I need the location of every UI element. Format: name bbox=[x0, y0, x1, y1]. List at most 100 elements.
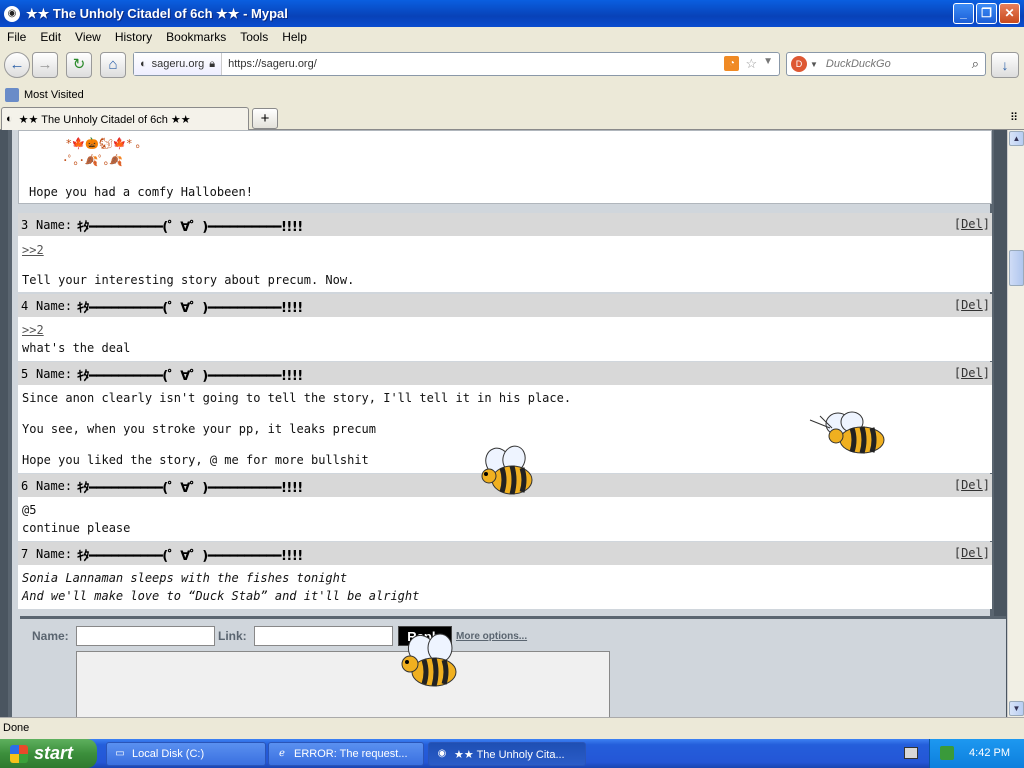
url-bar-tools: ◔ ☆ ▼ bbox=[724, 56, 773, 72]
site-identity[interactable]: ◐ sageru.org 🔒︎ bbox=[134, 53, 223, 75]
post-header: 5 Name: ｷﾀ━━━━━━━━━━(゜∀゜)━━━━━━━━━━!!!! … bbox=[18, 362, 992, 385]
scroll-up-icon[interactable]: ▲ bbox=[1009, 131, 1024, 146]
tab-unholy-citadel[interactable]: ◐ ★★ The Unholy Citadel of 6ch ★★ bbox=[1, 107, 249, 130]
taskbar-item-ie-error[interactable]: ℯ ERROR: The request... bbox=[268, 742, 424, 766]
reply-link[interactable]: >>2 bbox=[22, 243, 44, 257]
poster-name: ｷﾀ━━━━━━━━━━(゜∀゜)━━━━━━━━━━!!!! bbox=[77, 301, 303, 316]
delete-link[interactable]: [Del] bbox=[954, 366, 990, 380]
duckduckgo-engine-icon[interactable]: D bbox=[791, 56, 807, 72]
name-label: Name: bbox=[36, 218, 73, 232]
maximize-button[interactable]: ❐ bbox=[976, 3, 997, 24]
link-field[interactable] bbox=[254, 626, 393, 646]
reload-button[interactable]: ↻ bbox=[66, 52, 92, 78]
start-label: start bbox=[34, 743, 74, 763]
lock-icon: 🔒︎ bbox=[209, 57, 216, 70]
post-body: >>2 what's the deal bbox=[18, 317, 992, 361]
delete-link[interactable]: [Del] bbox=[954, 217, 990, 231]
dropdown-arrow-icon[interactable]: ▼ bbox=[763, 56, 773, 72]
post-text: continue please bbox=[22, 521, 131, 535]
post-text: Sonia Lannaman sleeps with the fishes to… bbox=[22, 571, 348, 585]
window-title: ★★ The Unholy Citadel of 6ch ★★ - Mypal bbox=[26, 5, 288, 21]
menu-history[interactable]: History bbox=[108, 30, 159, 44]
window-title-bar[interactable]: ◉ ★★ The Unholy Citadel of 6ch ★★ - Mypa… bbox=[0, 0, 1024, 27]
folder-icon bbox=[5, 88, 19, 102]
downloads-button[interactable]: ↓ bbox=[991, 52, 1019, 78]
rss-feed-icon[interactable]: ◔ bbox=[724, 56, 740, 71]
name-label: Name: bbox=[36, 367, 73, 381]
search-bar[interactable]: D ▼ ⌕ bbox=[786, 52, 986, 76]
search-input[interactable] bbox=[825, 58, 966, 70]
menu-view[interactable]: View bbox=[68, 30, 108, 44]
taskbar-item-mypal[interactable]: ◉ ★★ The Unholy Cita... bbox=[428, 742, 586, 766]
home-button[interactable]: ⌂ bbox=[100, 52, 126, 78]
task-label: ERROR: The request... bbox=[294, 748, 408, 760]
post-text: Hope you liked the story, @ me for more … bbox=[22, 453, 369, 467]
post-text: @5 bbox=[22, 503, 37, 517]
forward-button[interactable]: → bbox=[32, 52, 58, 78]
status-bar: Done bbox=[0, 717, 1024, 739]
vertical-scrollbar[interactable]: ▲ ▼ bbox=[1007, 130, 1024, 717]
post-text: what's the deal bbox=[22, 341, 131, 355]
new-tab-button[interactable]: + bbox=[252, 108, 278, 129]
more-options-link[interactable]: More options... bbox=[456, 631, 527, 642]
post-number: 3 bbox=[21, 218, 29, 232]
engine-dropdown-icon[interactable]: ▼ bbox=[810, 60, 818, 69]
menu-file[interactable]: File bbox=[0, 30, 33, 44]
ascii-art-line: *🍁🎃🐿🍁* 。 bbox=[59, 137, 147, 150]
bookmark-star-icon[interactable]: ☆ bbox=[745, 56, 757, 72]
scroll-down-icon[interactable]: ▼ bbox=[1009, 701, 1024, 716]
back-button[interactable]: ← bbox=[4, 52, 30, 78]
menu-tools[interactable]: Tools bbox=[233, 30, 275, 44]
internet-explorer-icon: ℯ bbox=[279, 748, 285, 759]
windows-taskbar: start ▭ Local Disk (C:) ℯ ERROR: The req… bbox=[0, 739, 1024, 768]
delete-link[interactable]: [Del] bbox=[954, 478, 990, 492]
menu-bar: File Edit View History Bookmarks Tools H… bbox=[0, 27, 1024, 46]
scrollbar-thumb[interactable] bbox=[1009, 250, 1024, 286]
post-number: 7 bbox=[21, 547, 29, 561]
search-icon[interactable]: ⌕ bbox=[972, 56, 979, 72]
post-number: 4 bbox=[21, 299, 29, 313]
menu-edit[interactable]: Edit bbox=[33, 30, 68, 44]
windows-flag-icon bbox=[10, 744, 28, 763]
mypal-icon: ◉ bbox=[437, 748, 447, 759]
url-text[interactable]: https://sageru.org/ bbox=[228, 58, 317, 70]
name-field[interactable] bbox=[76, 626, 215, 646]
post-body: >>2 Tell your interesting story about pr… bbox=[18, 236, 992, 292]
post-text: And we'll make love to “Duck Stab” and i… bbox=[22, 589, 420, 603]
post-number: 6 bbox=[21, 479, 29, 493]
poster-name: ｷﾀ━━━━━━━━━━(゜∀゜)━━━━━━━━━━!!!! bbox=[77, 369, 303, 384]
clock[interactable]: 4:42 PM bbox=[969, 747, 1010, 759]
post-header: 3 Name: ｷﾀ━━━━━━━━━━(゜∀゜)━━━━━━━━━━!!!! … bbox=[18, 213, 992, 236]
taskbar-item-local-disk[interactable]: ▭ Local Disk (C:) bbox=[106, 742, 266, 766]
name-label: Name: bbox=[36, 547, 73, 561]
reply-form: Name: Link: Reply More options... bbox=[20, 616, 1006, 717]
reply-link[interactable]: >>2 bbox=[22, 323, 44, 337]
post-number: 5 bbox=[21, 367, 29, 381]
tab-label: ★★ The Unholy Citadel of 6ch ★★ bbox=[18, 113, 191, 126]
bee-sprite bbox=[481, 445, 533, 495]
task-label: Local Disk (C:) bbox=[132, 748, 205, 760]
post-header: 4 Name: ｷﾀ━━━━━━━━━━(゜∀゜)━━━━━━━━━━!!!! … bbox=[18, 294, 992, 317]
menu-help[interactable]: Help bbox=[275, 30, 314, 44]
tab-list-icon[interactable]: ⠿ bbox=[1010, 111, 1018, 124]
delete-link[interactable]: [Del] bbox=[954, 546, 990, 560]
drive-icon: ▭ bbox=[115, 748, 125, 759]
status-text: Done bbox=[3, 722, 30, 734]
site-favicon-icon: ◐ bbox=[6, 113, 13, 125]
page-content: *🍁🎃🐿🍁* 。 ･ﾟ｡･🍂ﾟ｡🍂 Hope you had a comfy H… bbox=[0, 130, 1007, 717]
keyboard-icon[interactable] bbox=[904, 747, 918, 759]
url-bar[interactable]: ◐ sageru.org 🔒︎ https://sageru.org/ ◔ ☆ … bbox=[133, 52, 780, 76]
reply-textarea[interactable] bbox=[76, 651, 610, 717]
delete-link[interactable]: [Del] bbox=[954, 298, 990, 312]
close-button[interactable]: ✕ bbox=[999, 3, 1020, 24]
start-button[interactable]: start bbox=[0, 739, 97, 768]
menu-bookmarks[interactable]: Bookmarks bbox=[159, 30, 233, 44]
bookmark-most-visited[interactable]: Most Visited bbox=[24, 89, 84, 101]
name-field-label: Name: bbox=[32, 629, 69, 643]
name-label: Name: bbox=[36, 299, 73, 313]
tab-strip: ◐ ★★ The Unholy Citadel of 6ch ★★ + ⠿ bbox=[0, 106, 1024, 130]
poster-name: ｷﾀ━━━━━━━━━━(゜∀゜)━━━━━━━━━━!!!! bbox=[77, 481, 303, 496]
minimize-button[interactable]: _ bbox=[953, 3, 974, 24]
network-icon[interactable] bbox=[940, 746, 954, 760]
post-text: Tell your interesting story about precum… bbox=[22, 273, 355, 287]
